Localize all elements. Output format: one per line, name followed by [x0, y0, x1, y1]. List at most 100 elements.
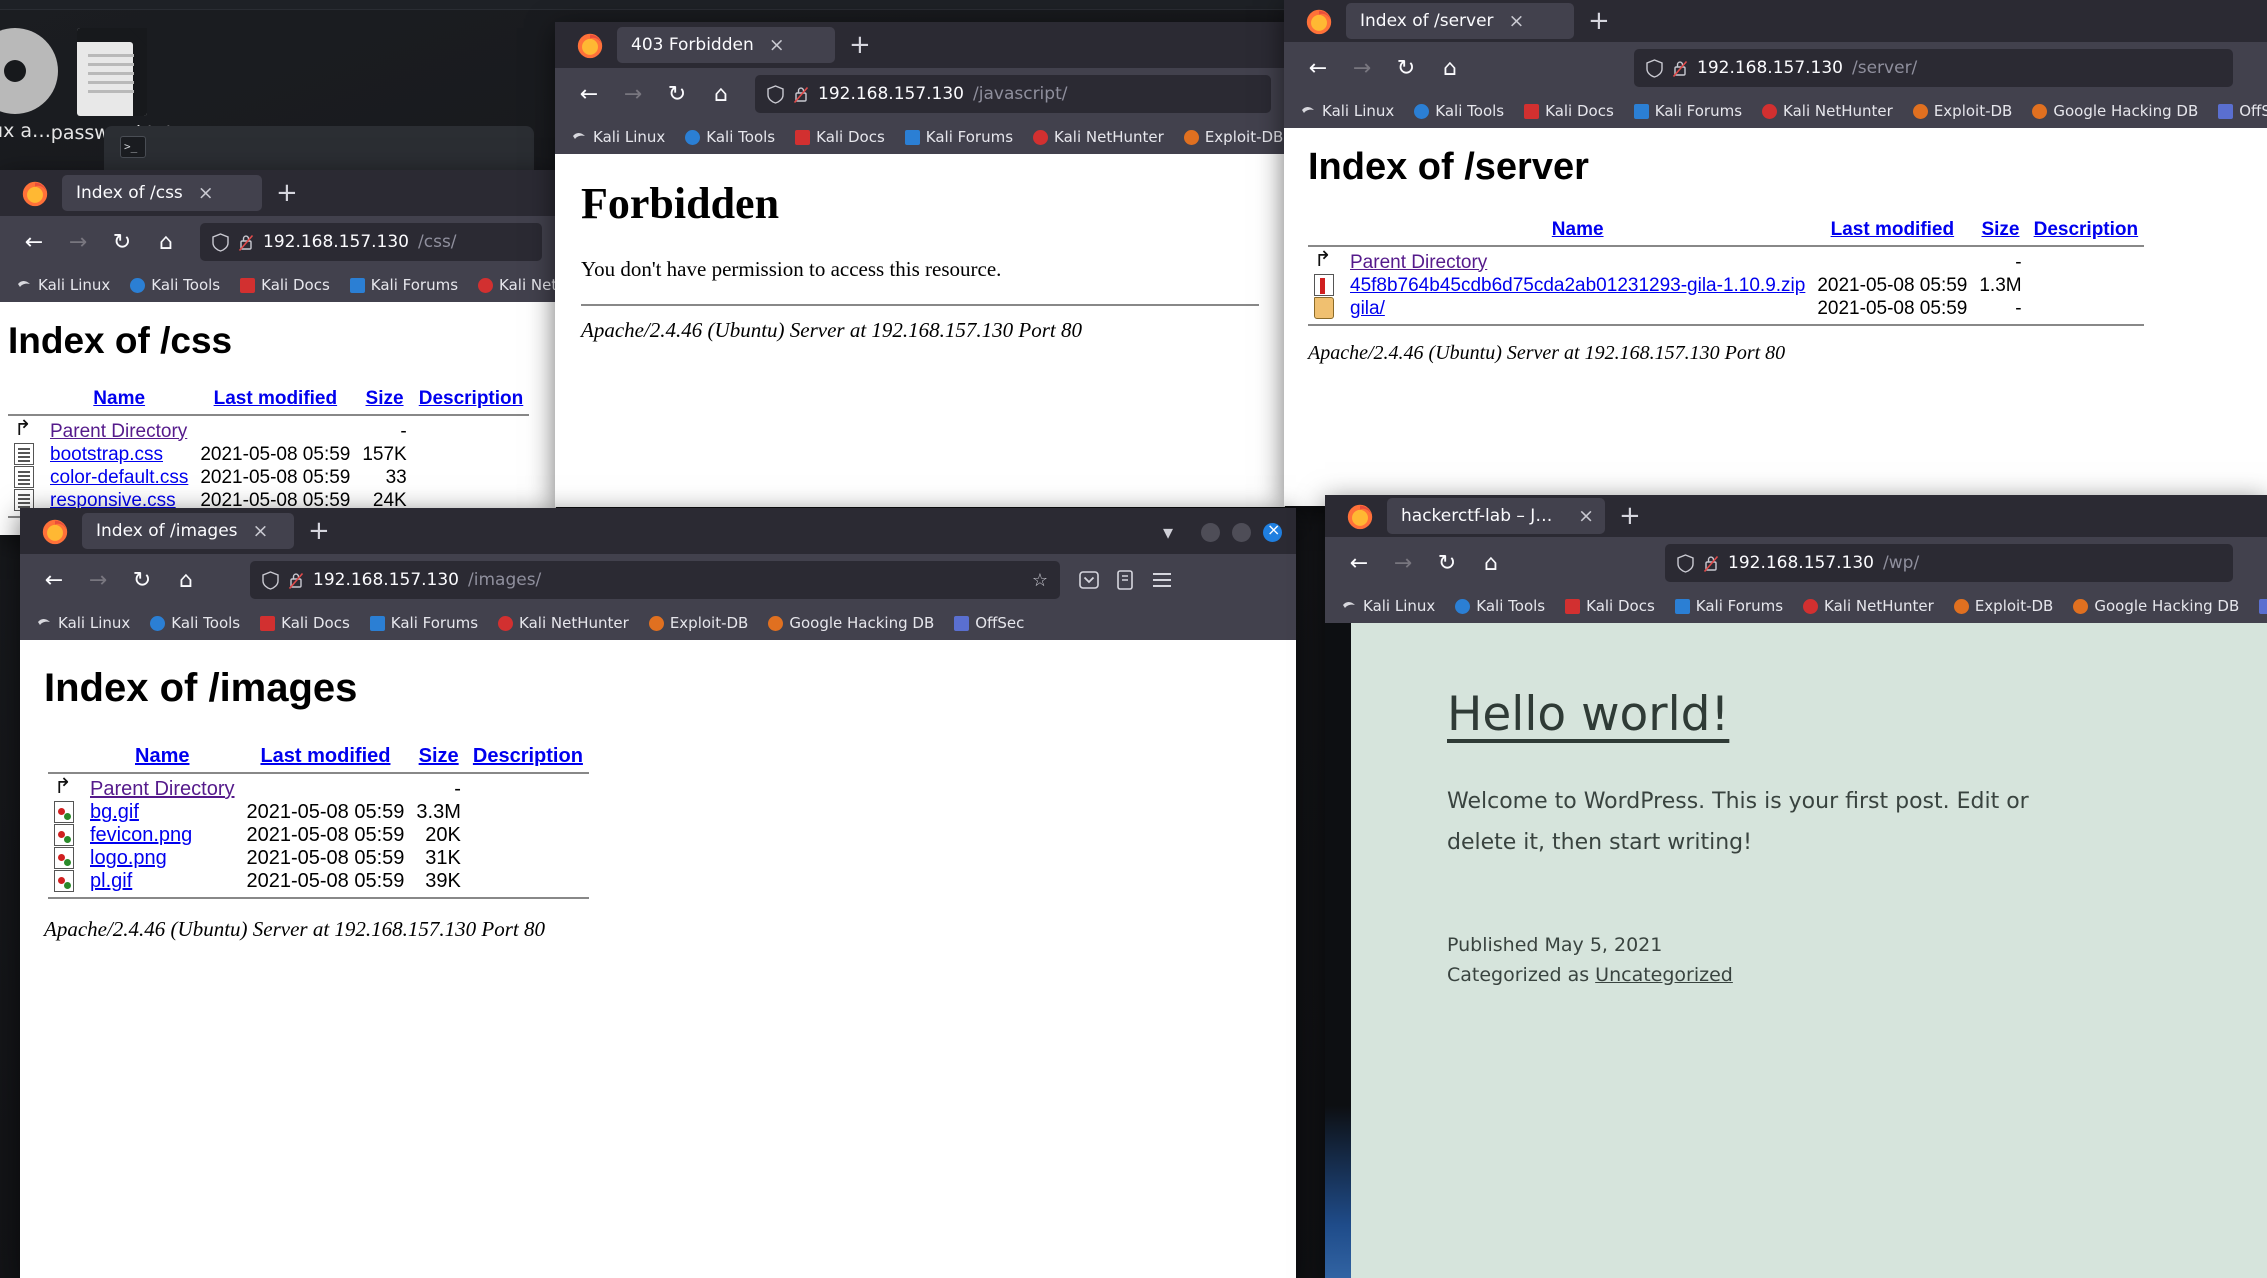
navigation-bar[interactable]: ← → ↻ ⌂ 192.168.157.130/images/ ☆ — [20, 554, 1296, 606]
bookmark-kali-linux[interactable]: Kali Linux — [565, 126, 672, 148]
row-name-link[interactable]: bootstrap.css — [50, 444, 163, 465]
bookmark-exploit-db[interactable]: Exploit-DB — [1947, 595, 2061, 617]
browser-window-wordpress[interactable]: hackerctf-lab – Just another W × + ← → ↻… — [1325, 495, 2267, 1278]
row-name-link[interactable]: Parent Directory — [50, 421, 187, 442]
post-title-link[interactable]: Hello world! — [1447, 687, 2189, 742]
forward-button[interactable]: → — [1383, 543, 1423, 583]
bookmarks-bar[interactable]: Kali Linux Kali Tools Kali Docs Kali For… — [20, 606, 1296, 640]
url-bar[interactable]: 192.168.157.130/server/ — [1634, 49, 2233, 87]
row-name-link[interactable]: fevicon.png — [90, 824, 192, 846]
home-button[interactable]: ⌂ — [1471, 543, 1511, 583]
browser-window-images[interactable]: Index of /images × + ▾ ← → ↻ ⌂ — [20, 508, 1296, 1278]
reload-button[interactable]: ↻ — [102, 222, 142, 262]
reload-button[interactable]: ↻ — [657, 74, 697, 114]
category-link[interactable]: Uncategorized — [1595, 964, 1733, 986]
table-row[interactable]: 45f8b764b45cdb6d75cda2ab01231293-gila-1.… — [1308, 274, 2144, 297]
bookmark-exploit-db[interactable]: Exploit-DB — [642, 612, 756, 634]
bookmark-exploit-db[interactable]: Exploit-DB — [1177, 126, 1285, 148]
bookmark-kali-forums[interactable]: Kali Forums — [343, 274, 465, 296]
bookmark-kali-nethunter[interactable]: Kali NetHunter — [1755, 100, 1900, 122]
new-tab-icon[interactable]: + — [1588, 8, 1610, 34]
col-description[interactable]: Description — [467, 745, 589, 768]
table-row[interactable]: Parent Directory - — [8, 420, 529, 443]
maximize-button[interactable] — [1232, 522, 1251, 542]
table-row[interactable]: Parent Directory - — [48, 778, 589, 801]
save-to-pocket-icon[interactable] — [1114, 569, 1136, 591]
row-name-link[interactable]: bg.gif — [90, 801, 139, 823]
bookmark-kali-tools[interactable]: Kali Tools — [678, 126, 782, 148]
tab-403-forbidden[interactable]: 403 Forbidden × — [617, 27, 835, 63]
reload-button[interactable]: ↻ — [1427, 543, 1467, 583]
bookmark-kali-docs[interactable]: Kali Docs — [788, 126, 892, 148]
bookmark-kali-forums[interactable]: Kali Forums — [363, 612, 485, 634]
bookmark-exploit-db[interactable]: Exploit-DB — [1906, 100, 2020, 122]
pocket-icon[interactable] — [1078, 569, 1100, 591]
bookmark-kali-nethunter[interactable]: Kali NetHunter — [1026, 126, 1171, 148]
bookmark-kali-docs[interactable]: Kali Docs — [1517, 100, 1621, 122]
col-last-modified[interactable]: Last modified — [194, 388, 356, 410]
col-size[interactable]: Size — [1973, 219, 2027, 241]
browser-window-server[interactable]: Index of /server × + ← → ↻ ⌂ 192.168.157… — [1284, 0, 2267, 506]
bookmark-google-hacking-db[interactable]: Google Hacking DB — [2066, 595, 2246, 617]
table-row[interactable]: bootstrap.css 2021-05-08 05:59 157K — [8, 443, 529, 466]
tab-strip[interactable]: 403 Forbidden × + — [555, 22, 1285, 68]
tab-index-of-images[interactable]: Index of /images × — [82, 513, 294, 549]
row-name-link[interactable]: logo.png — [90, 847, 167, 869]
hamburger-menu-icon[interactable] — [1150, 570, 1174, 590]
browser-window-css[interactable]: Index of /css × + ← → ↻ ⌂ 192.168.157.13… — [0, 170, 556, 535]
bookmark-google-hacking-db[interactable]: Google Hacking DB — [2025, 100, 2205, 122]
navigation-bar[interactable]: ← → ↻ ⌂ 192.168.157.130/wp/ — [1325, 537, 2267, 589]
table-row[interactable]: color-default.css 2021-05-08 05:59 33 — [8, 466, 529, 489]
new-tab-icon[interactable]: + — [849, 32, 871, 58]
url-bar[interactable]: 192.168.157.130/images/ ☆ — [250, 561, 1060, 599]
table-row[interactable]: pl.gif 2021-05-08 05:59 39K — [48, 870, 589, 893]
new-tab-icon[interactable]: + — [308, 518, 330, 544]
col-name[interactable]: Name — [1344, 219, 1811, 241]
bookmark-kali-tools[interactable]: Kali Tools — [1448, 595, 1552, 617]
tab-hackerctf-lab[interactable]: hackerctf-lab – Just another W × — [1387, 498, 1605, 534]
col-description[interactable]: Description — [413, 388, 530, 410]
back-button[interactable]: ← — [34, 560, 74, 600]
bookmark-offsec[interactable]: OffSec — [2252, 595, 2267, 617]
new-tab-icon[interactable]: + — [276, 180, 298, 206]
home-button[interactable]: ⌂ — [1430, 48, 1470, 88]
bookmark-offsec[interactable]: OffSec — [947, 612, 1031, 634]
bookmark-kali-forums[interactable]: Kali Forums — [1627, 100, 1749, 122]
bookmark-kali-tools[interactable]: Kali Tools — [1407, 100, 1511, 122]
tab-index-of-server[interactable]: Index of /server × — [1346, 3, 1574, 39]
bookmark-offsec[interactable]: OffSec — [2211, 100, 2267, 122]
bookmark-kali-linux[interactable]: Kali Linux — [30, 612, 137, 634]
url-bar[interactable]: 192.168.157.130/javascript/ — [755, 75, 1271, 113]
browser-window-forbidden[interactable]: 403 Forbidden × + ← → ↻ ⌂ 192.168.157.13… — [555, 22, 1285, 507]
close-tab-icon[interactable]: × — [1575, 506, 1597, 526]
table-row[interactable]: fevicon.png 2021-05-08 05:59 20K — [48, 824, 589, 847]
col-name[interactable]: Name — [84, 745, 241, 768]
back-button[interactable]: ← — [1298, 48, 1338, 88]
tab-strip[interactable]: Index of /css × + — [0, 170, 556, 216]
col-description[interactable]: Description — [2028, 219, 2145, 241]
new-tab-icon[interactable]: + — [1619, 503, 1641, 529]
bookmark-kali-tools[interactable]: Kali Tools — [143, 612, 247, 634]
bookmarks-bar[interactable]: Kali Linux Kali Tools Kali Docs Kali For… — [555, 120, 1285, 154]
bookmark-kali-forums[interactable]: Kali Forums — [898, 126, 1020, 148]
close-tab-icon[interactable]: × — [1506, 11, 1528, 31]
close-tab-icon[interactable]: × — [250, 521, 272, 541]
close-tab-icon[interactable]: × — [766, 35, 788, 55]
url-bar[interactable]: 192.168.157.130/css/ — [200, 223, 542, 261]
home-button[interactable]: ⌂ — [166, 560, 206, 600]
forward-button[interactable]: → — [78, 560, 118, 600]
table-row[interactable]: Parent Directory - — [1308, 251, 2144, 274]
home-button[interactable]: ⌂ — [146, 222, 186, 262]
bookmark-kali-forums[interactable]: Kali Forums — [1668, 595, 1790, 617]
bookmark-google-hacking-db[interactable]: Google Hacking DB — [761, 612, 941, 634]
tab-strip[interactable]: hackerctf-lab – Just another W × + — [1325, 495, 2267, 537]
bookmarks-bar[interactable]: Kali Linux Kali Tools Kali Docs Kali For… — [0, 268, 556, 302]
list-all-tabs-icon[interactable]: ▾ — [1163, 520, 1173, 544]
bookmark-kali-linux[interactable]: Kali Linux — [1335, 595, 1442, 617]
bookmark-kali-tools[interactable]: Kali Tools — [123, 274, 227, 296]
bookmarks-bar[interactable]: Kali Linux Kali Tools Kali Docs Kali For… — [1325, 589, 2267, 623]
bookmarks-bar[interactable]: Kali Linux Kali Tools Kali Docs Kali For… — [1284, 94, 2267, 128]
col-name[interactable]: Name — [44, 388, 194, 410]
bookmark-kali-linux[interactable]: Kali Linux — [10, 274, 117, 296]
back-button[interactable]: ← — [1339, 543, 1379, 583]
